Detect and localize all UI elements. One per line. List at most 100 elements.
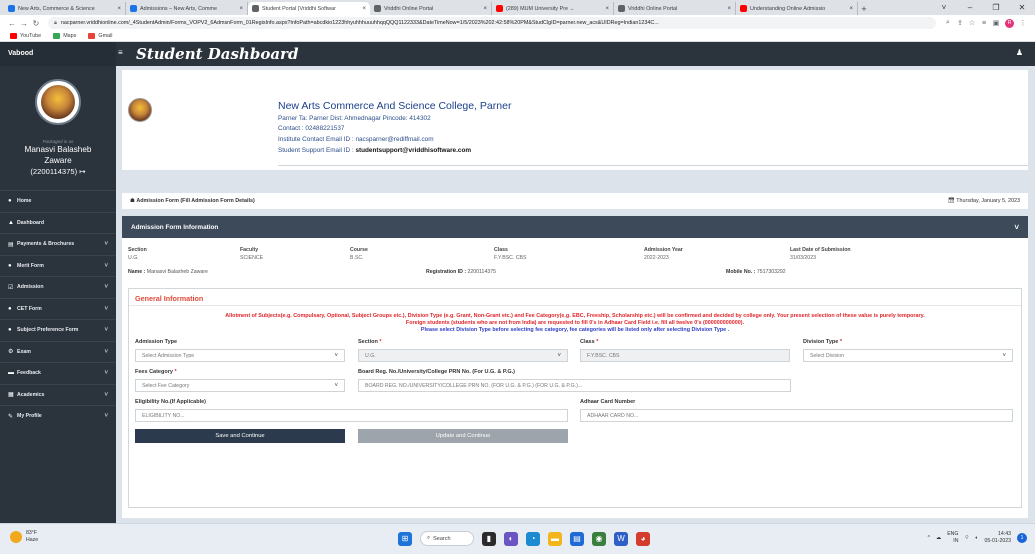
sidebar-item-label: Subject Preference Form	[17, 327, 79, 334]
nav-icon: ●	[8, 198, 12, 205]
user-menu-icon[interactable]: ♟	[1016, 48, 1023, 57]
sidebar-item-payments-brochures[interactable]: ▤ Payments & Brochures ˅	[0, 233, 116, 255]
chrome-icon[interactable]: ◕	[636, 531, 650, 546]
bookmarks-bar: YouTube Maps Gmail	[0, 31, 1035, 42]
close-icon[interactable]: ×	[117, 6, 121, 12]
browser-tab[interactable]: New Arts, Commerce & Science ×	[4, 2, 126, 15]
browser-tab[interactable]: Student Portal (Vriddhi Softwar ×	[248, 2, 370, 15]
star-icon[interactable]: ☆	[966, 19, 978, 27]
fees-category-label: Fees Category *	[135, 369, 177, 375]
language-indicator[interactable]: ENG IN	[947, 531, 958, 545]
menu-icon[interactable]: ⋮	[1017, 19, 1029, 27]
volume-icon[interactable]: 🔈︎	[975, 535, 978, 542]
save-continue-button[interactable]: Save and Continue	[135, 429, 345, 443]
zoom-icon[interactable]: ⌕	[942, 19, 954, 27]
division-type-select[interactable]: Select Division ˅	[803, 349, 1013, 362]
chevron-down-icon: ˅	[104, 327, 108, 334]
weather-widget[interactable]: 83°F Haze	[10, 530, 38, 544]
temperature: 83°F	[26, 530, 38, 536]
app-icon[interactable]: ◉	[592, 531, 606, 546]
hamburger-menu-icon[interactable]: ≡	[118, 48, 123, 57]
teams-icon[interactable]: ◐	[504, 531, 518, 546]
nav-icon: ▬	[8, 370, 14, 377]
browser-tab[interactable]: Admissions – New Arts, Comme ×	[126, 2, 248, 15]
reload-button[interactable]: ↻	[30, 19, 42, 28]
profile-avatar[interactable]: R	[1005, 18, 1014, 28]
panel-header[interactable]: Admission Form Information ˅	[122, 216, 1028, 238]
sidebar-item-cet-form[interactable]: ● CET Form ˅	[0, 297, 116, 320]
adhaar-input[interactable]: ADHAAR CARD NO...	[580, 409, 1013, 422]
board-reg-input[interactable]: BOARD REG. NO./UNIVERSITY/COLLEGE PRN NO…	[358, 379, 791, 392]
sidebar-item-dashboard[interactable]: ▲ Dashboard	[0, 211, 116, 234]
close-window-button[interactable]: ✕	[1009, 0, 1035, 15]
chevron-up-icon[interactable]: ^	[928, 535, 930, 541]
sidebar-item-home[interactable]: ● Home	[0, 190, 116, 212]
sidebar: Packaged in as Manasvi Balasheb Zaware (…	[0, 66, 116, 523]
sidepanel-icon[interactable]: ▣	[990, 19, 1002, 27]
notification-badge[interactable]: 1	[1017, 533, 1027, 543]
info-value: 2022-2023	[644, 255, 669, 261]
sidebar-item-academics[interactable]: ▦ Academics ˅	[0, 383, 116, 406]
share-icon[interactable]: ⇪	[954, 19, 966, 27]
file-explorer-icon[interactable]: ▬	[548, 531, 562, 546]
sidebar-item-my-profile[interactable]: ✎ My Profile ˅	[0, 405, 116, 427]
bookmark-gmail[interactable]: Gmail	[88, 33, 112, 39]
nav-icon: ●	[8, 305, 12, 312]
user-reg-logout[interactable]: (2200114375) ↦	[0, 166, 116, 177]
adhaar-label: Adhaar Card Number	[580, 399, 636, 405]
info-last-date-of-submission: Last Date of Submission 31/03/2023	[790, 247, 851, 261]
wifi-icon[interactable]: ⌔	[964, 535, 969, 541]
bookmark-icon	[10, 33, 17, 39]
close-icon[interactable]: ×	[362, 6, 366, 12]
bookmark-icon	[88, 33, 96, 39]
close-icon[interactable]: ×	[727, 6, 731, 12]
browser-tab[interactable]: Vriddhi Online Portal ×	[614, 2, 736, 15]
bookmark-label: YouTube	[20, 33, 42, 39]
windows-start-icon[interactable]: ⊞	[398, 531, 412, 546]
clock[interactable]: 14:43 05-01-2023	[984, 531, 1011, 545]
weather-condition: Haze	[26, 537, 39, 543]
sidebar-item-subject-preference-form[interactable]: ● Subject Preference Form ˅	[0, 319, 116, 341]
edge-icon[interactable]: ◔	[526, 531, 540, 546]
sidebar-item-merit-form[interactable]: ● Merit Form ˅	[0, 254, 116, 277]
sidebar-item-feedback[interactable]: ▬ Feedback ˅	[0, 362, 116, 384]
admission-type-select[interactable]: Select Admission Type ˅	[135, 349, 345, 362]
word-icon[interactable]: W	[614, 531, 628, 546]
fees-category-select[interactable]: Select Fee Category ˅	[135, 379, 345, 392]
taskbar-search[interactable]: ⌕ Search	[420, 531, 474, 546]
eligibility-input[interactable]: ELIGIBILITY NO...	[135, 409, 568, 422]
info-course: Course B.SC.	[350, 247, 368, 261]
info-key: Course	[350, 247, 368, 253]
extensions-icon[interactable]: ≡	[978, 20, 990, 27]
tab-label: Vriddhi Online Portal	[384, 5, 434, 12]
store-icon[interactable]: ▤	[570, 531, 584, 546]
chevron-down-icon: ˅	[104, 241, 108, 248]
tab-favicon-icon	[252, 5, 259, 12]
onedrive-icon[interactable]: ☁	[936, 535, 941, 541]
chevron-down-icon[interactable]: ˅	[1014, 223, 1019, 232]
bookmark-youtube[interactable]: YouTube	[10, 33, 41, 39]
maximize-button[interactable]: ❐	[983, 0, 1009, 15]
url-input[interactable]: 🔒︎ nacparner.vriddhionline.com/_4Student…	[48, 17, 936, 29]
minimize-button[interactable]: –	[957, 0, 983, 15]
admission-form-panel: Admission Form Information ˅ Section U.G.…	[122, 216, 1028, 518]
general-information-section: General Information Allotment of Subject…	[128, 288, 1022, 508]
new-tab-button[interactable]: +	[858, 2, 870, 15]
browser-tab[interactable]: (289) MUM University Pre ← ×	[492, 2, 614, 15]
browser-tab[interactable]: Vriddhi Online Portal ×	[370, 2, 492, 15]
update-continue-button[interactable]: Update and Continue	[358, 429, 568, 443]
close-icon[interactable]: ×	[239, 6, 243, 12]
sidebar-nav: ● Home ▲ Dashboard ▤ Payments & Brochures ˅ ● Me…	[0, 190, 116, 427]
bookmark-maps[interactable]: Maps	[53, 33, 76, 39]
task-view-icon[interactable]: ▮	[482, 531, 496, 546]
app-brand[interactable]: Vabood	[0, 42, 116, 66]
close-icon[interactable]: ×	[483, 6, 487, 12]
sidebar-item-exam[interactable]: ⚙ Exam ˅	[0, 340, 116, 363]
browser-tab[interactable]: Understanding Online Admissio ×	[736, 2, 858, 15]
close-icon[interactable]: ×	[849, 6, 853, 12]
forward-button[interactable]: →	[18, 19, 30, 28]
chevron-down-icon[interactable]: ˅	[931, 0, 957, 15]
back-button[interactable]: ←	[6, 19, 18, 28]
sidebar-item-admission[interactable]: ☑ Admission ˅	[0, 276, 116, 298]
close-icon[interactable]: ×	[605, 6, 609, 12]
